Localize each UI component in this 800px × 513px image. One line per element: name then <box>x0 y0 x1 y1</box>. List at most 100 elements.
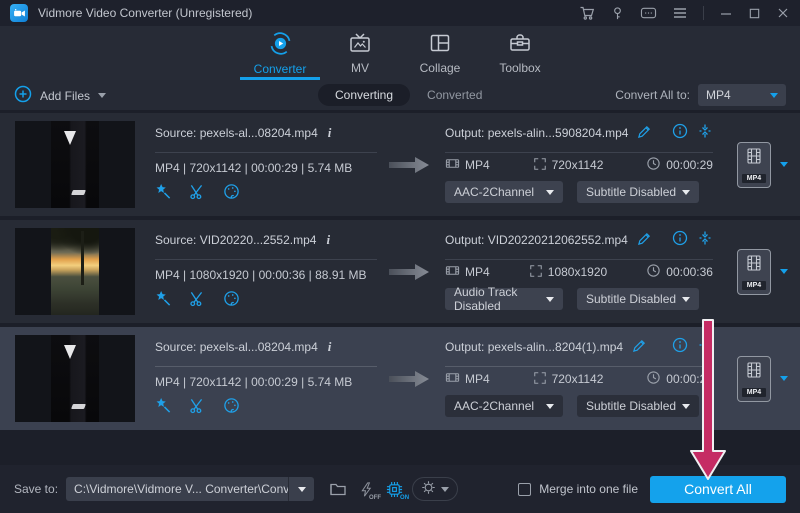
file-row[interactable]: Source: pexels-al...08204.mp4 i MP4 | 720… <box>0 327 800 430</box>
output-duration: 00:00:36 <box>666 265 713 279</box>
minimize-button[interactable] <box>719 6 733 20</box>
collage-icon <box>428 31 452 58</box>
chevron-down-icon <box>682 297 690 302</box>
output-filename: Output: pexels-alin...5908204.mp4 <box>445 126 628 140</box>
output-format-badge[interactable]: MP4 <box>737 249 771 295</box>
output-format: MP4 <box>465 265 490 279</box>
audio-track-dropdown[interactable]: Audio Track Disabled <box>445 288 563 310</box>
convert-all-button[interactable]: Convert All <box>650 476 786 503</box>
output-info-icon[interactable] <box>672 123 688 142</box>
output-info-icon[interactable] <box>672 230 688 249</box>
source-meta: MP4 | 720x1142 | 00:00:29 | 5.74 MB <box>155 375 352 389</box>
add-files-button[interactable]: Add Files <box>14 85 106 106</box>
hardware-acceleration-off-button[interactable]: OFF <box>352 477 380 501</box>
rename-pencil-icon[interactable] <box>637 124 652 142</box>
subtitle-dropdown[interactable]: Subtitle Disabled <box>577 181 699 203</box>
resolution-icon <box>529 264 543 281</box>
rename-pencil-icon[interactable] <box>632 338 647 356</box>
info-icon[interactable]: i <box>328 125 332 141</box>
save-path-dropdown[interactable] <box>288 477 314 501</box>
add-files-label: Add Files <box>40 89 90 103</box>
cut-scissors-icon[interactable] <box>189 290 206 310</box>
divider <box>155 259 377 260</box>
chevron-down-icon <box>441 487 449 492</box>
settings-button[interactable] <box>412 477 458 501</box>
film-icon <box>445 263 460 281</box>
subtitle-dropdown[interactable]: Subtitle Disabled <box>577 288 699 310</box>
tab-collage[interactable]: Collage <box>400 26 480 80</box>
info-icon[interactable]: i <box>326 232 330 248</box>
audio-track-dropdown[interactable]: AAC-2Channel <box>445 181 563 203</box>
output-resolution: 720x1142 <box>552 158 604 172</box>
edit-wand-icon[interactable] <box>155 397 172 417</box>
edit-wand-icon[interactable] <box>155 290 172 310</box>
app-logo-icon <box>10 4 28 22</box>
output-resolution: 720x1142 <box>552 372 604 386</box>
maximize-button[interactable] <box>748 7 761 20</box>
resolution-icon <box>533 157 547 174</box>
output-format-badge[interactable]: MP4 <box>737 142 771 188</box>
convert-all-to-value: MP4 <box>706 88 731 102</box>
clock-icon <box>646 263 661 281</box>
open-folder-button[interactable] <box>324 477 352 501</box>
converting-toggle[interactable]: Converting <box>318 84 410 106</box>
app-window: Vidmore Video Converter (Unregistered) C… <box>0 0 800 513</box>
film-icon <box>445 370 460 388</box>
feedback-icon[interactable] <box>640 6 657 21</box>
output-info-icon[interactable] <box>672 337 688 356</box>
window-title: Vidmore Video Converter (Unregistered) <box>38 6 252 20</box>
tab-label: MV <box>351 61 369 75</box>
format-chevron-icon[interactable] <box>780 162 788 167</box>
divider <box>445 366 713 367</box>
compress-icon[interactable] <box>697 123 713 142</box>
chevron-down-icon <box>546 404 554 409</box>
titlebar: Vidmore Video Converter (Unregistered) <box>0 0 800 26</box>
format-chevron-icon[interactable] <box>780 376 788 381</box>
output-format-badge[interactable]: MP4 <box>737 356 771 402</box>
converted-toggle[interactable]: Converted <box>410 84 499 106</box>
convert-all-to-label: Convert All to: <box>615 88 690 102</box>
tab-mv[interactable]: MV <box>320 26 400 80</box>
close-button[interactable] <box>776 6 790 20</box>
source-meta: MP4 | 1080x1920 | 00:00:36 | 88.91 MB <box>155 268 367 282</box>
chevron-down-icon[interactable] <box>98 93 106 98</box>
file-row[interactable]: Source: VID20220...2552.mp4i MP4 | 1080x… <box>0 220 800 323</box>
tab-label: Collage <box>420 61 461 75</box>
source-filename: Source: pexels-al...08204.mp4 <box>155 340 318 354</box>
file-row[interactable]: Source: pexels-al...08204.mp4i MP4 | 720… <box>0 113 800 216</box>
tab-converter[interactable]: Converter <box>240 26 320 80</box>
save-path-field[interactable]: C:\Vidmore\Vidmore V... Converter\Conver… <box>66 477 288 501</box>
merge-checkbox[interactable] <box>518 483 531 496</box>
output-duration: 00:00:29 <box>666 372 713 386</box>
menu-icon[interactable] <box>672 6 688 20</box>
palette-icon[interactable] <box>223 183 240 203</box>
cart-icon[interactable] <box>579 5 595 21</box>
plus-circle-icon <box>14 85 32 106</box>
clock-icon <box>646 370 661 388</box>
cut-scissors-icon[interactable] <box>189 183 206 203</box>
subtitle-dropdown[interactable]: Subtitle Disabled <box>577 395 699 417</box>
toolbox-icon <box>508 31 532 58</box>
video-thumbnail <box>15 228 135 315</box>
cut-scissors-icon[interactable] <box>189 397 206 417</box>
gpu-acceleration-on-button[interactable]: ON <box>380 477 408 501</box>
file-toolbar: Add Files Converting Converted Convert A… <box>0 80 800 110</box>
tab-label: Converter <box>254 62 307 76</box>
key-icon[interactable] <box>610 6 625 21</box>
info-icon[interactable]: i <box>328 339 332 355</box>
bottom-bar: Save to: C:\Vidmore\Vidmore V... Convert… <box>0 465 800 513</box>
flow-arrow-icon <box>387 261 431 283</box>
compress-icon[interactable] <box>697 230 713 249</box>
rename-pencil-icon[interactable] <box>637 231 652 249</box>
edit-wand-icon[interactable] <box>155 183 172 203</box>
palette-icon[interactable] <box>223 290 240 310</box>
convert-all-to-select[interactable]: MP4 <box>698 84 786 106</box>
palette-icon[interactable] <box>223 397 240 417</box>
gear-icon <box>421 480 436 498</box>
main-nav: Converter MV Collage Toolbox <box>0 26 800 80</box>
tab-toolbox[interactable]: Toolbox <box>480 26 560 80</box>
compress-icon[interactable] <box>697 337 713 356</box>
audio-track-dropdown[interactable]: AAC-2Channel <box>445 395 563 417</box>
format-chevron-icon[interactable] <box>780 269 788 274</box>
converter-icon <box>268 31 293 59</box>
